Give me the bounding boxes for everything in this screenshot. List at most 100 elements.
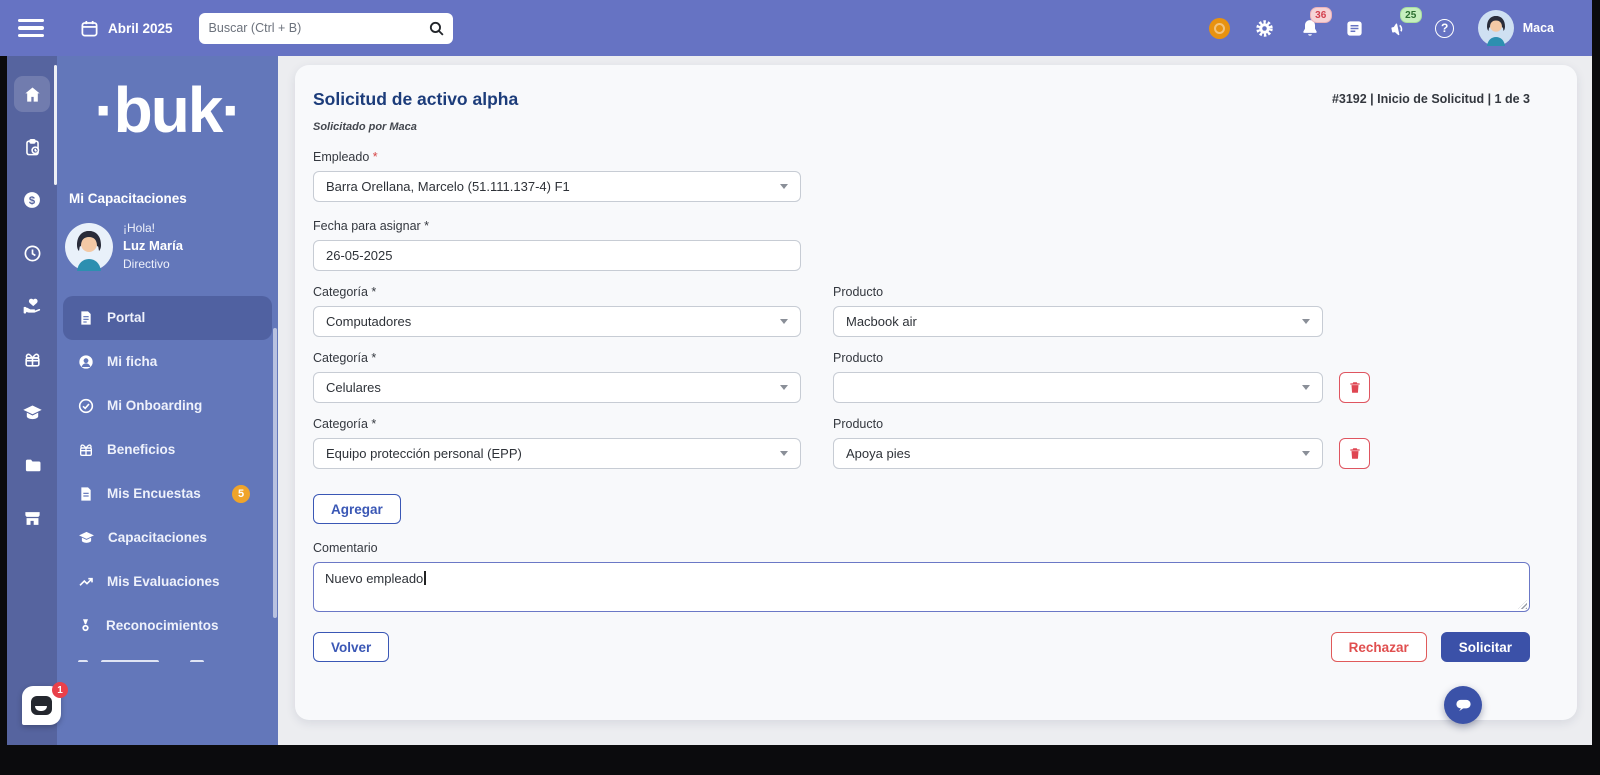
document-icon (78, 310, 94, 326)
rail-remuneration-icon[interactable]: $ (14, 182, 50, 218)
hamburger-menu-icon[interactable] (18, 19, 44, 37)
support-chat-launcher[interactable]: 1 (22, 686, 61, 725)
submit-button[interactable]: Solicitar (1441, 632, 1530, 662)
sidebar-item-mi-onboarding[interactable]: Mi Onboarding (63, 384, 272, 428)
user-avatar (1478, 10, 1514, 46)
sidebar-user-card[interactable]: ¡Hola! Luz María Directivo (65, 220, 278, 274)
buk-logo: ·buk· (57, 58, 278, 163)
svg-text:$: $ (29, 195, 36, 207)
partial-menu-item[interactable] (63, 648, 272, 662)
encuestas-count-badge: 5 (232, 485, 250, 503)
trash-icon (1348, 380, 1362, 395)
sidebar-item-beneficios[interactable]: Beneficios (63, 428, 272, 472)
sidebar-section-title: Mi Capacitaciones (69, 191, 278, 206)
person-icon (78, 354, 94, 370)
comment-label: Comentario (313, 541, 1530, 555)
product-select-3[interactable]: Apoya pies (833, 438, 1323, 469)
product-label: Producto (833, 351, 1323, 365)
chevron-down-icon (1302, 319, 1310, 324)
sidebar-greeting: ¡Hola! (123, 220, 183, 237)
reject-button[interactable]: Rechazar (1331, 632, 1427, 662)
category-select-3[interactable]: Equipo protección personal (EPP) (313, 438, 801, 469)
add-row-button[interactable]: Agregar (313, 494, 401, 524)
main-content: Solicitud de activo alpha #3192 | Inicio… (278, 56, 1592, 745)
product-label: Producto (833, 417, 1323, 431)
back-button[interactable]: Volver (313, 632, 389, 662)
chat-bubble-icon (1455, 698, 1472, 713)
chevron-down-icon (780, 451, 788, 456)
category-label: Categoría * (313, 351, 801, 365)
product-select-2[interactable] (833, 372, 1323, 403)
check-circle-icon (78, 398, 94, 414)
category-label: Categoría * (313, 285, 801, 299)
date-label: Fecha para asignar * (313, 219, 1530, 233)
search-icon[interactable] (428, 20, 445, 37)
gift-icon (78, 442, 94, 458)
sidebar-user-role: Directivo (123, 256, 183, 273)
notifications-bell-icon[interactable]: 36 (1298, 16, 1322, 40)
module-icon-rail: $ (7, 56, 57, 745)
required-asterisk: * (373, 150, 378, 164)
chevron-down-icon (780, 319, 788, 324)
medal-icon (78, 618, 93, 633)
rail-documents-folder-icon[interactable] (14, 447, 50, 483)
sidebar-item-mis-encuestas[interactable]: Mis Encuestas 5 (63, 472, 272, 516)
rail-talent-hand-heart-icon[interactable] (14, 288, 50, 324)
period-label[interactable]: Abril 2025 (108, 21, 173, 36)
graduation-cap-icon (78, 529, 95, 546)
global-search (199, 13, 453, 44)
sidebar-item-mi-ficha[interactable]: Mi ficha (63, 340, 272, 384)
user-name: Maca (1523, 21, 1554, 35)
text-caret (424, 571, 425, 585)
trash-icon (1348, 446, 1362, 461)
chevron-down-icon (780, 184, 788, 189)
sidebar-item-capacitaciones[interactable]: Capacitaciones (63, 516, 272, 560)
sidebar: ·buk· Mi Capacitaciones ¡Hola! Luz María… (57, 56, 278, 745)
sidebar-user-name: Luz María (123, 238, 183, 253)
chevron-down-icon (780, 385, 788, 390)
chat-fab-button[interactable] (1444, 686, 1482, 724)
rail-benefits-icon[interactable] (14, 341, 50, 377)
calendar-icon (80, 19, 99, 38)
product-select-1[interactable]: Macbook air (833, 306, 1323, 337)
support-chat-icon (31, 696, 52, 715)
request-meta: #3192 | Inicio de Solicitud | 1 de 3 (1332, 92, 1530, 106)
resize-handle-icon[interactable] (1518, 600, 1527, 609)
category-select-2[interactable]: Celulares (313, 372, 801, 403)
chevron-down-icon (1302, 385, 1310, 390)
employee-select[interactable]: Barra Orellana, Marcelo (51.111.137-4) F… (313, 171, 801, 202)
top-navbar: Abril 2025 36 25 ? Maca (0, 0, 1592, 56)
rail-marketplace-icon[interactable] (14, 500, 50, 536)
support-chat-badge: 1 (52, 682, 68, 698)
comment-textarea[interactable]: Nuevo empleado (313, 562, 1530, 612)
sidebar-item-portal[interactable]: Portal (63, 296, 272, 340)
notification-count-badge: 36 (1310, 7, 1332, 23)
search-input[interactable] (209, 21, 428, 35)
rail-clipboard-clock-icon[interactable] (14, 129, 50, 165)
assign-date-input[interactable] (313, 240, 801, 271)
product-label: Producto (833, 285, 1323, 299)
delete-row-button[interactable] (1339, 438, 1370, 469)
announcement-count-badge: 25 (1400, 7, 1422, 23)
delete-row-button[interactable] (1339, 372, 1370, 403)
sidebar-item-mis-evaluaciones[interactable]: Mis Evaluaciones (63, 560, 272, 604)
sidebar-user-avatar (65, 223, 113, 271)
category-label: Categoría * (313, 417, 801, 431)
help-icon[interactable]: ? (1433, 16, 1457, 40)
announcements-megaphone-icon[interactable]: 25 (1388, 16, 1412, 40)
rail-training-cap-icon[interactable] (14, 394, 50, 430)
rail-home-icon[interactable] (14, 76, 50, 112)
buk-coin-icon[interactable] (1208, 16, 1232, 40)
notes-icon[interactable] (1343, 16, 1367, 40)
trend-up-icon (78, 574, 94, 590)
sidebar-item-reconocimientos[interactable]: Reconocimientos (63, 604, 272, 648)
sidebar-menu: Portal Mi ficha Mi Onboarding Beneficios… (57, 296, 278, 662)
chevron-down-icon (1302, 451, 1310, 456)
user-menu[interactable]: Maca (1478, 10, 1554, 46)
requested-by: Solicitado por Maca (313, 121, 1530, 133)
sidebar-scrollbar[interactable] (273, 328, 277, 618)
settings-gear-icon[interactable] (1253, 16, 1277, 40)
rail-time-clock-icon[interactable] (14, 235, 50, 271)
category-select-1[interactable]: Computadores (313, 306, 801, 337)
page-title: Solicitud de activo alpha (313, 89, 518, 110)
